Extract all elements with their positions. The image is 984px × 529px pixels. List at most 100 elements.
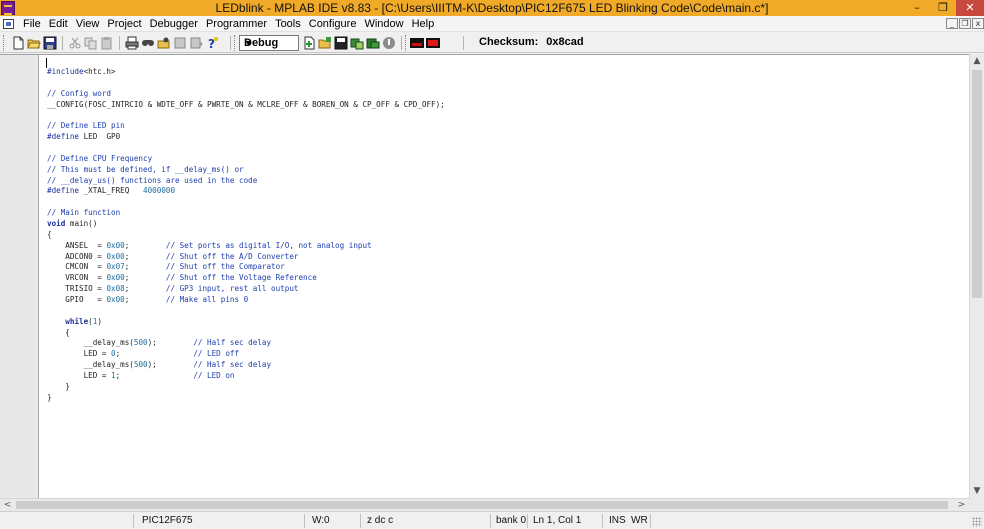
minimize-button[interactable]: – [904,0,930,16]
code-line[interactable]: #define LED GP0 [47,132,445,143]
toolbar-grip[interactable] [3,35,6,51]
editor-gutter[interactable] [0,55,39,499]
code-line[interactable] [47,306,445,317]
status-bar: PIC12F675 W:0 z dc c bank 0 Ln 1, Col 1 … [0,511,984,529]
code-line[interactable]: { [47,328,445,339]
new-project-icon[interactable] [302,36,316,50]
status-device: PIC12F675 [142,515,193,526]
find-icon[interactable] [141,36,155,50]
horizontal-scrollbar[interactable]: < > [0,498,970,511]
vertical-scrollbar[interactable]: ▲ ▼ [969,54,984,498]
code-line[interactable]: #define _XTAL_FREQ 4000000 [47,186,445,197]
menu-item-tools[interactable]: Tools [271,16,305,32]
code-line[interactable]: LED = 0; // LED off [47,349,445,360]
code-line[interactable] [47,110,445,121]
open-folder-icon[interactable] [27,36,41,50]
scroll-down-icon[interactable]: ▼ [970,484,984,498]
code-line[interactable]: CMCON = 0x07; // Shut off the Comparator [47,262,445,273]
scroll-up-icon[interactable]: ▲ [970,54,984,68]
status-divider [650,514,651,528]
menu-item-file[interactable]: File [19,16,45,32]
find-in-files-icon[interactable] [157,36,171,50]
code-line[interactable]: __delay_ms(500); // Half sec delay [47,360,445,371]
copy-icon[interactable] [84,36,98,50]
code-line[interactable]: } [47,393,445,404]
toolbar-grip[interactable] [234,35,237,51]
menu-item-view[interactable]: View [72,16,104,32]
status-divider [133,514,134,528]
cut-icon[interactable] [68,36,82,50]
save-icon[interactable] [43,36,57,50]
make-icon[interactable] [366,36,380,50]
mdi-minimize-button[interactable]: _ [946,18,958,29]
menu-item-help[interactable]: Help [408,16,439,32]
menu-item-edit[interactable]: Edit [45,16,72,32]
code-line[interactable] [47,143,445,154]
document-window-icon[interactable] [3,19,14,29]
status-cursor-position: Ln 1, Col 1 [533,515,582,526]
code-line[interactable]: // This must be defined, if __delay_ms()… [47,165,445,176]
code-line[interactable]: // Define LED pin [47,121,445,132]
code-line[interactable]: #include<htc.h> [47,67,445,78]
programmer-icon[interactable] [426,36,440,50]
code-line[interactable]: GPIO = 0x00; // Make all pins 0 [47,295,445,306]
stop-icon[interactable] [382,36,396,50]
code-line[interactable]: __CONFIG(FOSC_INTRCIO & WDTE_OFF & PWRTE… [47,100,445,111]
status-divider [490,514,491,528]
code-editor[interactable]: #include<htc.h> // Config word __CONFIG(FO… [0,54,984,499]
new-file-icon[interactable] [11,36,25,50]
bookmark-icon[interactable] [173,36,187,50]
code-line[interactable]: } [47,382,445,393]
save-project-icon[interactable] [334,36,348,50]
code-line[interactable] [47,197,445,208]
code-line[interactable] [47,78,445,89]
menu-item-programmer[interactable]: Programmer [202,16,271,32]
menu-item-project[interactable]: Project [103,16,145,32]
mdi-close-button[interactable]: x [972,18,984,29]
code-line[interactable]: // Define CPU Frequency [47,154,445,165]
toolbar-separator [401,36,402,50]
status-divider [527,514,528,528]
status-write-mode: WR [631,515,648,526]
code-line[interactable]: { [47,230,445,241]
print-icon[interactable] [125,36,139,50]
code-line[interactable]: TRISIO = 0x08; // GP3 input, rest all ou… [47,284,445,295]
source-code[interactable]: #include<htc.h> // Config word __CONFIG(FO… [47,67,445,404]
code-line[interactable]: VRCON = 0x00; // Shut off the Voltage Re… [47,273,445,284]
status-divider [304,514,305,528]
scroll-right-icon[interactable]: > [955,499,968,511]
menu-item-window[interactable]: Window [360,16,407,32]
vertical-scroll-thumb[interactable] [972,70,982,298]
maximize-button[interactable]: ❐ [930,0,956,16]
toolbar-grip[interactable] [405,35,408,51]
window-title: LEDblink - MPLAB IDE v8.83 - [C:\Users\I… [215,1,769,15]
paste-icon[interactable] [100,36,114,50]
code-line[interactable]: ADCON0 = 0x00; // Shut off the A/D Conve… [47,252,445,263]
scrollbar-corner [970,498,984,511]
code-line[interactable]: // __delay_us() functions are used in th… [47,176,445,187]
code-line[interactable]: LED = 1; // LED on [47,371,445,382]
device-monitor-icon[interactable] [410,36,424,50]
mdi-restore-button[interactable]: ❐ [959,18,971,29]
open-project-icon[interactable] [318,36,332,50]
build-icon[interactable] [350,36,364,50]
code-line[interactable]: ANSEL = 0x00; // Set ports as digital I/… [47,241,445,252]
menu-item-debugger[interactable]: Debugger [146,16,202,32]
close-button[interactable]: ✕ [956,0,984,16]
menu-item-configure[interactable]: Configure [305,16,361,32]
code-line[interactable]: __delay_ms(500); // Half sec delay [47,338,445,349]
build-config-select[interactable]: Debug ▼ [239,35,299,51]
resize-grip[interactable] [972,517,982,527]
code-line[interactable]: // Main function [47,208,445,219]
toolbar-separator [230,36,231,50]
toolbar: ? Debug ▼ Checksum: 0x8cad [0,33,984,53]
status-divider [602,514,603,528]
horizontal-scroll-thumb[interactable] [16,501,948,509]
code-line[interactable]: while(1) [47,317,445,328]
code-line[interactable]: void main() [47,219,445,230]
help-icon[interactable]: ? [205,36,219,50]
scroll-left-icon[interactable]: < [1,499,14,511]
status-insert-mode: INS [609,515,626,526]
bookmark-next-icon[interactable] [189,36,203,50]
code-line[interactable]: // Config word [47,89,445,100]
